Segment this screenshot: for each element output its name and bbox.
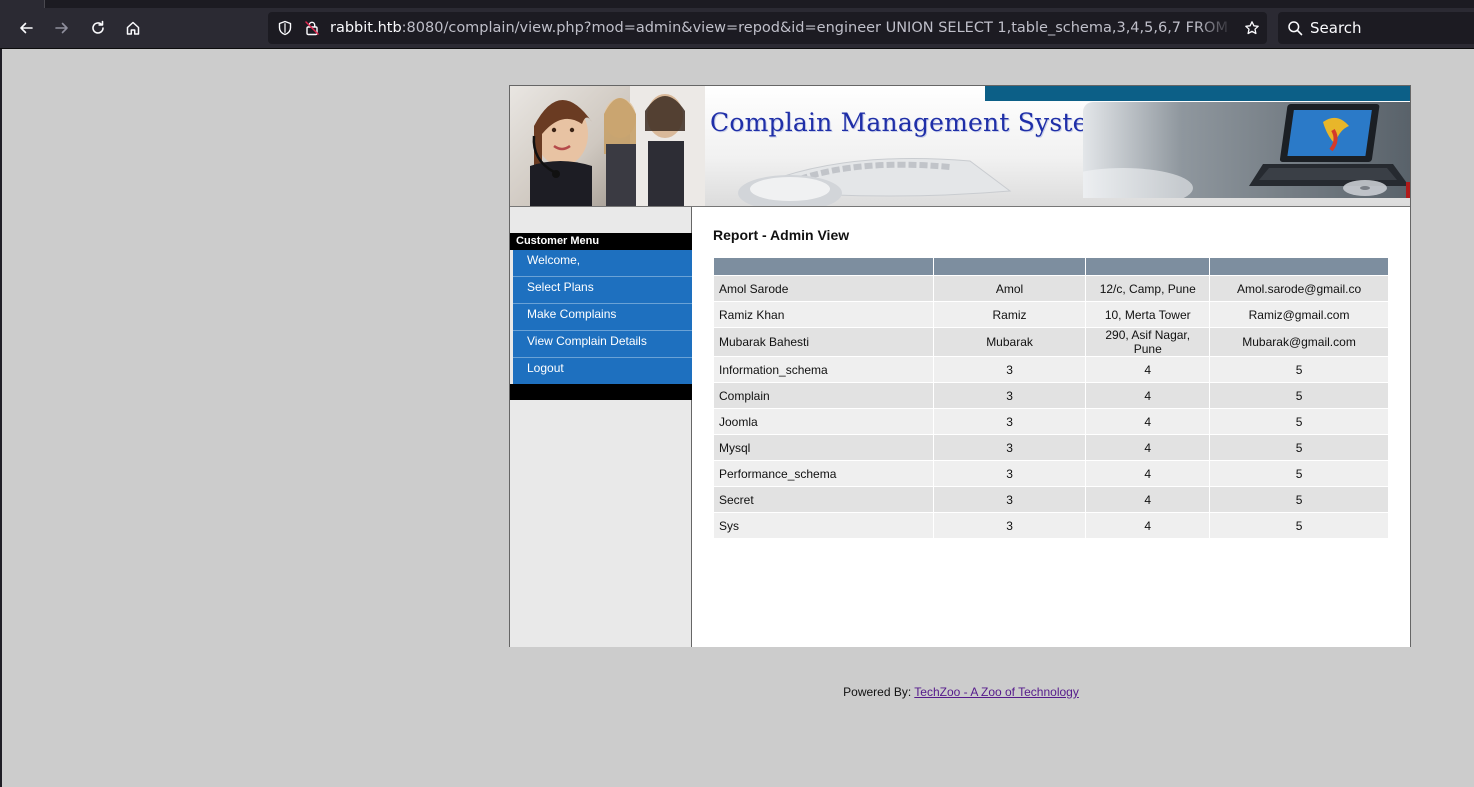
header-banner: Complain Management System xyxy=(510,86,1410,207)
table-cell: 4 xyxy=(1086,383,1210,408)
table-cell: 3 xyxy=(933,357,1086,382)
table-cell: Joomla xyxy=(714,409,933,434)
reload-button[interactable] xyxy=(84,14,112,42)
table-cell: 4 xyxy=(1086,435,1210,460)
search-placeholder: Search xyxy=(1310,19,1362,37)
table-cell: 5 xyxy=(1210,435,1388,460)
table-cell: Ramiz xyxy=(933,302,1086,327)
laptop-image xyxy=(1053,102,1410,206)
keyboard-mouse-image xyxy=(738,158,1012,206)
menu-item-make-complains[interactable]: Make Complains xyxy=(513,304,699,331)
tab[interactable] xyxy=(0,0,45,8)
table-cell: Complain xyxy=(714,383,933,408)
table-row: Mubarak Bahesti Mubarak 290, Asif Nagar,… xyxy=(714,328,1388,356)
page-footer: Powered By: TechZoo - A Zoo of Technolog… xyxy=(2,685,1474,699)
site-title: Complain Management System xyxy=(710,108,1112,137)
table-cell: 3 xyxy=(933,487,1086,512)
table-header-row xyxy=(714,258,1388,275)
table-cell: Amol.sarode@gmail.co xyxy=(1210,276,1388,301)
table-cell: Ramiz Khan xyxy=(714,302,933,327)
tab-strip xyxy=(0,0,1474,8)
site-info-icon[interactable] xyxy=(304,20,320,36)
page-viewport: Complain Management System Customer Menu… xyxy=(0,49,1474,787)
url-text[interactable]: rabbit.htb:8080/complain/view.php?mod=ad… xyxy=(330,19,1233,37)
table-header-cell xyxy=(1086,258,1210,275)
table-cell: Amol xyxy=(933,276,1086,301)
table-cell: 10, Merta Tower xyxy=(1086,302,1210,327)
table-cell: 3 xyxy=(933,435,1086,460)
tracking-shield-icon[interactable] xyxy=(277,20,293,36)
footer-powered-by: Powered By: xyxy=(843,685,915,699)
table-row: Secret 3 4 5 xyxy=(714,487,1388,512)
table-cell: 4 xyxy=(1086,357,1210,382)
customer-menu-heading: Customer Menu xyxy=(510,233,692,250)
table-cell: 5 xyxy=(1210,461,1388,486)
bookmark-star-icon[interactable] xyxy=(1244,20,1260,36)
table-cell: Performance_schema xyxy=(714,461,933,486)
back-arrow-icon xyxy=(20,22,33,34)
banner-top-bar xyxy=(985,86,1410,101)
table-cell: Sys xyxy=(714,513,933,538)
support-staff-image xyxy=(510,86,705,206)
table-row: Performance_schema 3 4 5 xyxy=(714,461,1388,486)
menu-item-select-plans[interactable]: Select Plans xyxy=(513,277,699,304)
table-cell: 5 xyxy=(1210,409,1388,434)
menu-item-logout[interactable]: Logout xyxy=(513,358,699,384)
table-cell: 12/c, Camp, Pune xyxy=(1086,276,1210,301)
table-cell: 4 xyxy=(1086,409,1210,434)
table-cell: Mubarak Bahesti xyxy=(714,328,933,356)
table-cell: 3 xyxy=(933,461,1086,486)
customer-menu: Welcome, Select Plans Make Complains Vie… xyxy=(513,250,699,384)
table-cell: 4 xyxy=(1086,461,1210,486)
table-header-cell xyxy=(714,258,933,275)
table-row: Mysql 3 4 5 xyxy=(714,435,1388,460)
table-cell: 3 xyxy=(933,513,1086,538)
table-cell: 5 xyxy=(1210,383,1388,408)
browser-toolbar: rabbit.htb:8080/complain/view.php?mod=ad… xyxy=(0,8,1474,49)
table-cell: 4 xyxy=(1086,487,1210,512)
table-header-cell xyxy=(933,258,1086,275)
site-container: Complain Management System Customer Menu… xyxy=(509,85,1411,647)
table-cell: Amol Sarode xyxy=(714,276,933,301)
address-bar[interactable]: rabbit.htb:8080/complain/view.php?mod=ad… xyxy=(268,12,1267,44)
menu-item-view-complain-details[interactable]: View Complain Details xyxy=(513,331,699,358)
search-icon xyxy=(1288,21,1303,36)
table-cell: Mysql xyxy=(714,435,933,460)
url-host: rabbit.htb xyxy=(330,20,402,36)
sidebar: Customer Menu Welcome, Select Plans Make… xyxy=(510,207,699,647)
search-bar[interactable]: Search xyxy=(1278,12,1474,44)
page-title: Report - Admin View xyxy=(713,227,850,243)
footer-techzoo-link[interactable]: TechZoo - A Zoo of Technology xyxy=(914,685,1079,699)
table-row: Complain 3 4 5 xyxy=(714,383,1388,408)
reload-icon xyxy=(92,20,104,34)
url-path: :8080/complain/view.php?mod=admin&view=r… xyxy=(401,20,1233,36)
table-cell: 5 xyxy=(1210,487,1388,512)
home-icon xyxy=(126,21,140,35)
table-row: Joomla 3 4 5 xyxy=(714,409,1388,434)
back-button[interactable] xyxy=(12,14,40,42)
table-cell: 3 xyxy=(933,409,1086,434)
home-button[interactable] xyxy=(119,14,147,42)
table-cell: Mubarak xyxy=(933,328,1086,356)
table-row: Amol Sarode Amol 12/c, Camp, Pune Amol.s… xyxy=(714,276,1388,301)
table-row: Ramiz Khan Ramiz 10, Merta Tower Ramiz@g… xyxy=(714,302,1388,327)
table-row: Information_schema 3 4 5 xyxy=(714,357,1388,382)
table-cell: Mubarak@gmail.com xyxy=(1210,328,1388,356)
table-cell: 5 xyxy=(1210,513,1388,538)
forward-button[interactable] xyxy=(48,14,76,42)
table-cell: Ramiz@gmail.com xyxy=(1210,302,1388,327)
table-cell: 290, Asif Nagar, Pune xyxy=(1086,328,1210,356)
table-cell: Secret xyxy=(714,487,933,512)
table-header-cell xyxy=(1210,258,1388,275)
table-cell: 5 xyxy=(1210,357,1388,382)
table-cell: 3 xyxy=(933,383,1086,408)
menu-item-welcome[interactable]: Welcome, xyxy=(513,250,699,277)
table-row: Sys 3 4 5 xyxy=(714,513,1388,538)
menu-footer-bar xyxy=(510,384,692,400)
table-cell: 4 xyxy=(1086,513,1210,538)
table-cell: Information_schema xyxy=(714,357,933,382)
report-table: Amol Sarode Amol 12/c, Camp, Pune Amol.s… xyxy=(713,257,1389,539)
main-content: Report - Admin View Amol Sarode Amol 12/… xyxy=(692,207,1410,647)
forward-arrow-icon xyxy=(55,22,68,34)
